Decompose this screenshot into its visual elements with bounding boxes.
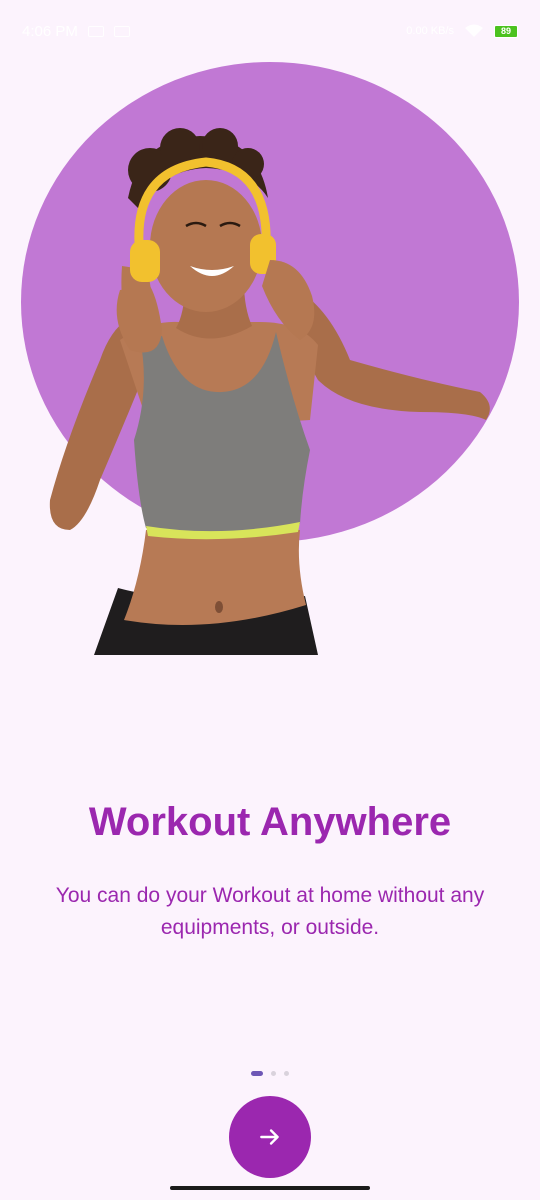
onboarding-title: Workout Anywhere: [88, 800, 452, 844]
page-dot-2[interactable]: [271, 1070, 276, 1076]
wifi-icon: [465, 24, 483, 37]
onboarding-description: You can do your Workout at home without …: [55, 884, 485, 939]
page-indicator: [0, 1069, 540, 1077]
battery-icon: 89: [494, 24, 518, 38]
notification-icon: [87, 25, 104, 37]
hero-illustration: [0, 60, 540, 660]
home-indicator[interactable]: [170, 1186, 370, 1190]
status-bar-left: 4:06 PM: [22, 23, 130, 40]
network-speed: 0.00 KB/s: [406, 25, 454, 37]
status-time: 4:06 PM: [22, 22, 78, 40]
woman-with-headphones-image: [49, 128, 490, 655]
status-bar-right: 0.00 KB/s 89: [406, 24, 518, 38]
page-dot-1-active[interactable]: [251, 1070, 263, 1076]
status-bar: 4:06 PM 0.00 KB/s 89: [0, 0, 540, 62]
arrow-right-icon: [260, 1129, 279, 1145]
page-dot-3[interactable]: [284, 1070, 289, 1076]
next-button[interactable]: [229, 1096, 311, 1178]
message-icon: [113, 25, 130, 37]
onboarding-screen: 4:06 PM 0.00 KB/s 89 Workout Anywhere Yo…: [0, 0, 540, 1200]
